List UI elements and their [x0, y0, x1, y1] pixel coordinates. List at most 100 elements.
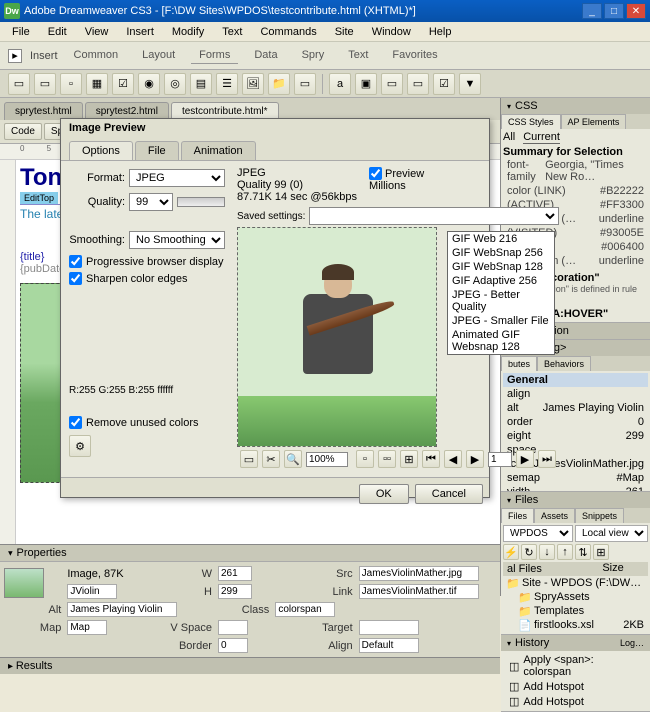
insert-tab-spry[interactable]: Spry — [294, 47, 333, 64]
zoom-field[interactable] — [306, 452, 348, 467]
properties-header[interactable]: Properties — [0, 545, 500, 562]
next-frame-icon[interactable]: ▶ — [516, 450, 534, 468]
menu-insert[interactable]: Insert — [118, 24, 162, 40]
put-icon[interactable]: ↑ — [557, 544, 573, 560]
history-step[interactable]: ◫Apply <span>: colorspan — [503, 653, 648, 679]
property-thumbnail[interactable] — [4, 568, 44, 598]
cancel-button[interactable]: Cancel — [415, 484, 483, 504]
remove-unused-checkbox[interactable]: Remove unused colors — [69, 416, 225, 429]
css-panel-header[interactable]: CSS — [501, 98, 650, 114]
attr-val[interactable]: 261 — [626, 486, 644, 491]
quality-slider[interactable] — [177, 197, 225, 207]
sync-icon[interactable]: ⇅ — [575, 544, 591, 560]
width-field[interactable] — [218, 566, 252, 581]
dropdown-item[interactable]: Animated GIF Websnap 128 — [448, 328, 554, 354]
minimize-button[interactable]: _ — [582, 3, 602, 19]
close-button[interactable]: ✕ — [626, 3, 646, 19]
spry-textarea-icon[interactable]: ▭ — [407, 73, 429, 95]
files-panel-header[interactable]: Files — [501, 492, 650, 508]
saved-settings-select[interactable] — [309, 207, 559, 225]
play-icon[interactable]: ▶ — [466, 450, 484, 468]
align-field[interactable] — [359, 638, 419, 653]
code-view-button[interactable]: Code — [4, 123, 42, 140]
1up-icon[interactable]: ▫ — [356, 450, 374, 468]
last-frame-icon[interactable]: ⏭ — [538, 450, 556, 468]
spry-checkbox-icon[interactable]: ☑ — [433, 73, 455, 95]
folder-spryassets[interactable]: 📁SpryAssets — [503, 590, 648, 604]
animation-tab[interactable]: Animation — [181, 141, 256, 160]
image-field-icon[interactable]: 🖼 — [242, 73, 264, 95]
preview-checkbox[interactable]: Preview — [369, 167, 424, 180]
preview-image[interactable] — [237, 227, 437, 447]
menu-window[interactable]: Window — [364, 24, 419, 40]
radio-icon[interactable]: ◉ — [138, 73, 160, 95]
menu-help[interactable]: Help — [421, 24, 460, 40]
history-panel-header[interactable]: HistoryLog… — [501, 635, 650, 651]
dropdown-item[interactable]: GIF Adaptive 256 — [448, 274, 554, 288]
insert-tab-text[interactable]: Text — [340, 47, 376, 64]
smoothing-select[interactable]: No Smoothing — [129, 231, 225, 249]
sharpen-checkbox[interactable]: Sharpen color edges — [69, 272, 225, 285]
menu-file[interactable]: File — [4, 24, 38, 40]
log-link[interactable]: Log… — [620, 638, 644, 648]
class-field[interactable] — [275, 602, 335, 617]
menu-edit[interactable]: Edit — [40, 24, 75, 40]
radio-group-icon[interactable]: ◎ — [164, 73, 186, 95]
insert-tab-layout[interactable]: Layout — [134, 47, 183, 64]
hidden-field-icon[interactable]: ▫ — [60, 73, 82, 95]
format-select[interactable]: JPEG — [129, 169, 225, 187]
dropdown-item[interactable]: GIF WebSnap 256 — [448, 246, 554, 260]
jump-menu-icon[interactable]: ☰ — [216, 73, 238, 95]
get-icon[interactable]: ↓ — [539, 544, 555, 560]
menu-text[interactable]: Text — [214, 24, 250, 40]
zoom-icon[interactable]: 🔍 — [284, 450, 302, 468]
menu-commands[interactable]: Commands — [252, 24, 324, 40]
list-menu-icon[interactable]: ▤ — [190, 73, 212, 95]
fieldset-icon[interactable]: ▣ — [355, 73, 377, 95]
map-field[interactable] — [67, 620, 107, 635]
name-field[interactable] — [67, 584, 117, 599]
css-styles-tab[interactable]: CSS Styles — [501, 114, 561, 129]
history-step[interactable]: ◫Add Hotspot — [503, 694, 648, 709]
label-icon[interactable]: a — [329, 73, 351, 95]
spry-textfield-icon[interactable]: ▭ — [381, 73, 403, 95]
dropdown-item[interactable]: GIF Web 216 — [448, 232, 554, 246]
snippets-tab[interactable]: Snippets — [575, 508, 624, 523]
insert-tab-common[interactable]: Common — [66, 47, 127, 64]
site-select[interactable]: WPDOS — [503, 525, 573, 542]
spry-select-icon[interactable]: ▼ — [459, 73, 481, 95]
first-frame-icon[interactable]: ⏮ — [422, 450, 440, 468]
src-field[interactable] — [359, 566, 479, 581]
expand-files-icon[interactable]: ⊞ — [593, 544, 609, 560]
crop-icon[interactable]: ✂ — [262, 450, 280, 468]
insert-tab-favorites[interactable]: Favorites — [384, 47, 445, 64]
ok-button[interactable]: OK — [359, 484, 409, 504]
site-root[interactable]: 📁Site - WPDOS (F:\DW… — [503, 576, 648, 590]
prev-frame-icon[interactable]: ◀ — [444, 450, 462, 468]
connect-icon[interactable]: ⚡ — [503, 544, 519, 560]
button-icon[interactable]: ▭ — [294, 73, 316, 95]
optimize-wizard-icon[interactable]: ⚙ — [69, 435, 91, 457]
quality-select[interactable]: 99 — [129, 193, 173, 211]
4up-icon[interactable]: ⊞ — [400, 450, 418, 468]
vspace-field[interactable] — [218, 620, 248, 635]
checkbox-icon[interactable]: ☑ — [112, 73, 134, 95]
css-all-tab[interactable]: All — [503, 131, 515, 144]
target-field[interactable] — [359, 620, 419, 635]
refresh-files-icon[interactable]: ↻ — [521, 544, 537, 560]
ap-elements-tab[interactable]: AP Elements — [561, 114, 627, 129]
attr-val[interactable]: 0 — [638, 416, 644, 428]
border-field[interactable] — [218, 638, 248, 653]
css-current-tab[interactable]: Current — [523, 131, 560, 144]
progressive-checkbox[interactable]: Progressive browser display — [69, 255, 225, 268]
maximize-button[interactable]: □ — [604, 3, 624, 19]
dropdown-item[interactable]: JPEG - Better Quality — [448, 288, 554, 314]
history-step[interactable]: ◫Add Hotspot — [503, 679, 648, 694]
menu-view[interactable]: View — [77, 24, 117, 40]
form-icon[interactable]: ▭ — [8, 73, 30, 95]
insert-tab-forms[interactable]: Forms — [191, 47, 238, 64]
insert-expand-icon[interactable]: ▸ — [8, 49, 22, 63]
assets-tab[interactable]: Assets — [534, 508, 575, 523]
attr-val[interactable]: 299 — [626, 430, 644, 442]
file-firstlooks[interactable]: 📄firstlooks.xsl2KB — [503, 618, 648, 632]
